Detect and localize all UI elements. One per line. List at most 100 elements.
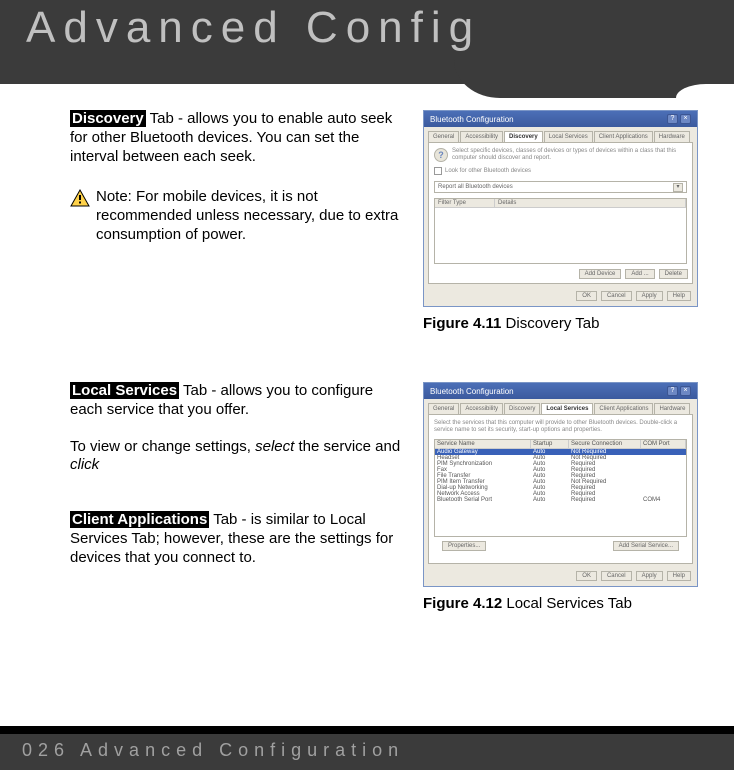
combo-text: Report all Bluetooth devices xyxy=(438,184,513,190)
dialog-title-text-2: Bluetooth Configuration xyxy=(430,387,514,396)
col-service-name: Service Name xyxy=(435,440,531,448)
caption-bold: Figure 4.11 xyxy=(423,315,501,332)
caption-bold-2: Figure 4.12 xyxy=(423,595,502,612)
dialog-tabs: General Accessibility Discovery Local Se… xyxy=(424,127,697,142)
add-button: Add ... xyxy=(625,269,654,279)
close-icon-2: × xyxy=(680,386,691,396)
figure-caption-discovery: Figure 4.11 Discovery Tab xyxy=(423,315,698,332)
tab-accessibility-2: Accessibility xyxy=(460,403,503,414)
tab-hardware-2: Hardware xyxy=(654,403,690,414)
dialog-hint: ? Select specific devices, classes of de… xyxy=(434,148,687,162)
col-filter-type: Filter Type xyxy=(435,199,495,207)
hint-text-2: Select the services that this computer w… xyxy=(434,420,687,434)
dialog-local-services: Bluetooth Configuration ? × General Acce… xyxy=(423,382,698,587)
properties-button: Properties... xyxy=(442,541,486,551)
dialog-title-text: Bluetooth Configuration xyxy=(430,115,514,124)
ok-button: OK xyxy=(576,291,597,301)
services-header: Service Name Startup Secure Connection C… xyxy=(435,440,686,449)
table-row: Bluetooth Serial PortAutoRequiredCOM4 xyxy=(435,497,686,503)
cancel-button: Cancel xyxy=(601,291,632,301)
hint-icon: ? xyxy=(434,148,448,162)
footer-text: 026 Advanced Configuration xyxy=(22,740,404,760)
client-paragraph: Client Applications Tab - is similar to … xyxy=(70,511,405,567)
checkbox-icon xyxy=(434,167,442,175)
col-com: COM Port xyxy=(641,440,686,448)
dialog-inner-buttons-2: Properties... Add Serial Service... xyxy=(434,537,687,553)
tab-local-services: Local Services xyxy=(544,131,593,142)
local-paragraph: Local Services Tab - allows you to confi… xyxy=(70,382,373,418)
add-serial-service-button: Add Serial Service... xyxy=(613,541,679,551)
checkbox-row: Look for other Bluetooth devices xyxy=(434,167,687,175)
figure-discovery: Bluetooth Configuration ? × General Acce… xyxy=(423,110,698,332)
help-icon: ? xyxy=(667,114,678,124)
page-content: Discovery Tab - allows you to enable aut… xyxy=(0,84,734,714)
tab-client-apps-2: Client Applications xyxy=(594,403,653,414)
figure-local-services: Bluetooth Configuration ? × General Acce… xyxy=(423,382,698,612)
tab-hardware: Hardware xyxy=(654,131,690,142)
tab-accessibility: Accessibility xyxy=(460,131,503,142)
local-tag: Local Services xyxy=(70,382,179,399)
page-title: Advanced Config xyxy=(0,0,734,53)
instr-mid: the service and xyxy=(294,438,400,455)
help-button-2: Help xyxy=(667,571,691,581)
dialog-footer: OK Cancel Apply Help xyxy=(424,288,697,306)
apply-button-2: Apply xyxy=(636,571,663,581)
local-text: Local Services Tab - allows you to confi… xyxy=(70,382,405,567)
help-button: Help xyxy=(667,291,691,301)
close-icon: × xyxy=(680,114,691,124)
caption-text: Discovery Tab xyxy=(501,315,599,332)
checkbox-label: Look for other Bluetooth devices xyxy=(445,168,531,174)
col-startup: Startup xyxy=(531,440,569,448)
tab-general-2: General xyxy=(428,403,459,414)
header-curve xyxy=(454,60,734,98)
dialog-title-buttons: ? × xyxy=(667,114,691,124)
delete-button: Delete xyxy=(659,269,688,279)
filter-list-header: Filter Type Details xyxy=(435,199,686,208)
dialog-body: ? Select specific devices, classes of de… xyxy=(428,142,693,284)
page-footer: 026 Advanced Configuration xyxy=(0,734,734,770)
discovery-note-text: Note: For mobile devices, it is not reco… xyxy=(96,188,405,244)
discovery-tag: Discovery xyxy=(70,110,146,127)
local-instruction: To view or change settings, select the s… xyxy=(70,438,405,476)
chevron-down-icon: ▾ xyxy=(673,183,683,192)
help-icon-2: ? xyxy=(667,386,678,396)
dialog-tabs-2: General Accessibility Discovery Local Se… xyxy=(424,399,697,414)
hint-text: Select specific devices, classes of devi… xyxy=(452,148,687,162)
dialog-footer-2: OK Cancel Apply Help xyxy=(424,568,697,586)
filter-list: Filter Type Details xyxy=(434,198,687,264)
col-details: Details xyxy=(495,199,686,207)
col-secure: Secure Connection xyxy=(569,440,641,448)
apply-button: Apply xyxy=(636,291,663,301)
dialog-hint-2: Select the services that this computer w… xyxy=(434,420,687,434)
dialog-body-2: Select the services that this computer w… xyxy=(428,414,693,564)
tab-general: General xyxy=(428,131,459,142)
tab-discovery-2: Discovery xyxy=(504,403,540,414)
page-header: Advanced Config xyxy=(0,0,734,84)
warning-icon xyxy=(70,189,90,207)
add-device-button: Add Device xyxy=(579,269,622,279)
discovery-paragraph: Discovery Tab - allows you to enable aut… xyxy=(70,110,392,165)
tab-local-services-2: Local Services xyxy=(541,403,593,414)
figure-caption-local: Figure 4.12 Local Services Tab xyxy=(423,595,698,612)
discovery-text: Discovery Tab - allows you to enable aut… xyxy=(70,110,405,245)
tab-client-apps: Client Applications xyxy=(594,131,653,142)
client-tag: Client Applications xyxy=(70,511,209,528)
caption-text-2: Local Services Tab xyxy=(502,595,632,612)
ok-button-2: OK xyxy=(576,571,597,581)
cancel-button-2: Cancel xyxy=(601,571,632,581)
instr-click: click xyxy=(70,456,99,473)
section-local-services: Local Services Tab - allows you to confi… xyxy=(70,382,710,612)
combo-report: Report all Bluetooth devices ▾ xyxy=(434,181,687,193)
dialog-titlebar: Bluetooth Configuration ? × xyxy=(424,111,697,127)
dialog-titlebar-2: Bluetooth Configuration ? × xyxy=(424,383,697,399)
tab-discovery: Discovery xyxy=(504,131,543,142)
instr-pre: To view or change settings, xyxy=(70,438,255,455)
services-table: Service Name Startup Secure Connection C… xyxy=(434,439,687,537)
dialog-inner-buttons: Add Device Add ... Delete xyxy=(579,269,688,279)
section-discovery: Discovery Tab - allows you to enable aut… xyxy=(70,110,710,332)
discovery-note: Note: For mobile devices, it is not reco… xyxy=(70,188,405,244)
dialog-title-buttons-2: ? × xyxy=(667,386,691,396)
instr-select: select xyxy=(255,438,294,455)
dialog-discovery: Bluetooth Configuration ? × General Acce… xyxy=(423,110,698,307)
services-rows: Audio GatewayAutoNot RequiredHeadsetAuto… xyxy=(435,449,686,503)
